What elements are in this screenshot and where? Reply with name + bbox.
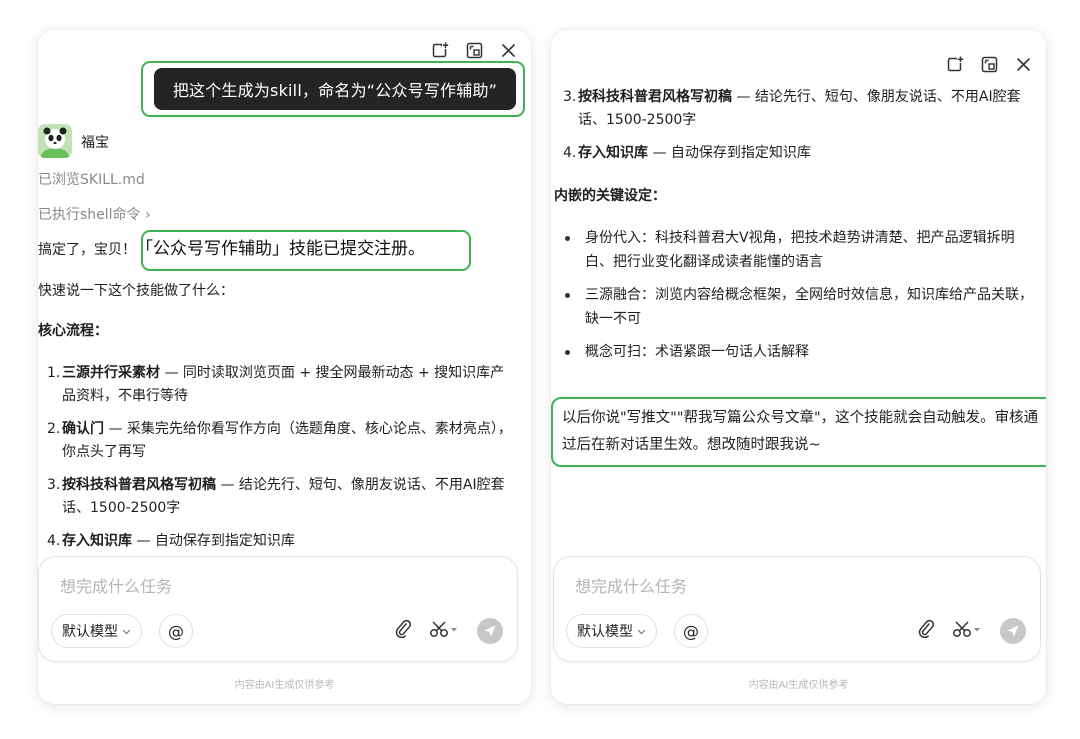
- scissors-icon[interactable]: [429, 620, 459, 642]
- model-label: 默认模型: [577, 624, 633, 640]
- core-flow-list: 3. 按科技科普君风格写初稿 — 结论先行、短句、像朋友说话、不用AI腔套话、15…: [554, 86, 1038, 175]
- key-settings-title: 内嵌的关键设定：: [554, 188, 666, 204]
- list-item: 三源融合：浏览内容给概念框架，全网给时效信息，知识库给产品关联，缺一不可: [551, 283, 1041, 331]
- reply-intro: 快速说一下这个技能做了什么：: [38, 283, 234, 299]
- model-label: 默认模型: [62, 624, 118, 640]
- chevron-down-icon: [122, 623, 131, 639]
- list-item: 2. 确认门 — 采集完先给你看写作方向（选题角度、核心论点、素材亮点），你点头了…: [47, 421, 512, 460]
- list-item: 4. 存入知识库 — 自动保存到指定知识库: [563, 145, 811, 161]
- chat-panel-left: 把这个生成为skill，命名为“公众号写作辅助” 福宝 已浏览SKILL.md …: [38, 30, 531, 704]
- send-button[interactable]: [1000, 618, 1026, 644]
- list-item: 1. 三源并行采素材 — 同时读取浏览页面 + 搜全网最新动态 + 搜知识库产品资…: [47, 365, 505, 404]
- composer: 想完成什么任务 默认模型 @: [553, 556, 1041, 662]
- list-item: 身份代入：科技科普君大V视角，把技术趋势讲清楚、把产品逻辑拆明白、把行业变化翻译…: [551, 226, 1041, 274]
- list-item: 4. 存入知识库 — 自动保存到指定知识库: [47, 533, 295, 549]
- send-icon: [484, 625, 496, 637]
- message-list: 把这个生成为skill，命名为“公众号写作辅助” 福宝 已浏览SKILL.md …: [38, 30, 531, 554]
- composer-tools: [395, 614, 503, 648]
- chat-panel-right: 3. 按科技科普君风格写初稿 — 结论先行、短句、像朋友说话、不用AI腔套话、15…: [551, 30, 1046, 704]
- model-select-button[interactable]: 默认模型: [566, 614, 657, 648]
- core-flow-title: 核心流程：: [38, 323, 108, 339]
- bot-name: 福宝: [81, 135, 109, 151]
- core-flow-list: 1. 三源并行采素材 — 同时读取浏览页面 + 搜全网最新动态 + 搜知识库产品资…: [38, 362, 516, 554]
- tool-shell-toggle[interactable]: 已执行shell命令 ›: [38, 204, 151, 224]
- list-item: 3. 按科技科普君风格写初稿 — 结论先行、短句、像朋友说话、不用AI腔套话、15…: [47, 477, 505, 516]
- user-message: 把这个生成为skill，命名为“公众号写作辅助”: [154, 68, 516, 110]
- closing-message: 以后你说"写推文""帮我写篇公众号文章"，这个技能就会自动触发。审核通过后在新对…: [562, 410, 1039, 453]
- mention-button[interactable]: @: [159, 614, 193, 648]
- list-item: 概念可扫：术语紧跟一句话人话解释: [551, 340, 1041, 364]
- ai-disclaimer: 内容由AI生成仅供参考: [234, 680, 335, 691]
- send-icon: [1007, 625, 1019, 637]
- bot-avatar: [38, 124, 72, 158]
- reply-line: 搞定了，宝贝！「公众号写作辅助」技能已提交注册。: [38, 237, 425, 262]
- send-button[interactable]: [477, 618, 503, 644]
- chevron-down-icon: [637, 623, 646, 639]
- composer-tools: [918, 614, 1026, 648]
- composer: 想完成什么任务 默认模型 @: [38, 556, 518, 662]
- key-settings-list: 身份代入：科技科普君大V视角，把技术趋势讲清楚、把产品逻辑拆明白、把行业变化翻译…: [551, 226, 1041, 373]
- list-item: 3. 按科技科普君风格写初稿 — 结论先行、短句、像朋友说话、不用AI腔套话、15…: [563, 89, 1021, 128]
- reply-highlight: 「公众号写作辅助」技能已提交注册。: [136, 239, 425, 259]
- task-input[interactable]: 想完成什么任务: [60, 573, 172, 597]
- model-select-button[interactable]: 默认模型: [51, 614, 142, 648]
- task-input[interactable]: 想完成什么任务: [575, 573, 687, 597]
- scissors-icon[interactable]: [952, 620, 982, 642]
- reply-prefix: 搞定了，宝贝！: [38, 242, 136, 258]
- message-list: 3. 按科技科普君风格写初稿 — 结论先行、短句、像朋友说话、不用AI腔套话、15…: [551, 30, 1046, 554]
- mention-button[interactable]: @: [674, 614, 708, 648]
- paperclip-icon[interactable]: [395, 619, 411, 643]
- tool-browse-status: 已浏览SKILL.md: [38, 172, 145, 188]
- paperclip-icon[interactable]: [918, 619, 934, 643]
- ai-disclaimer: 内容由AI生成仅供参考: [748, 680, 849, 691]
